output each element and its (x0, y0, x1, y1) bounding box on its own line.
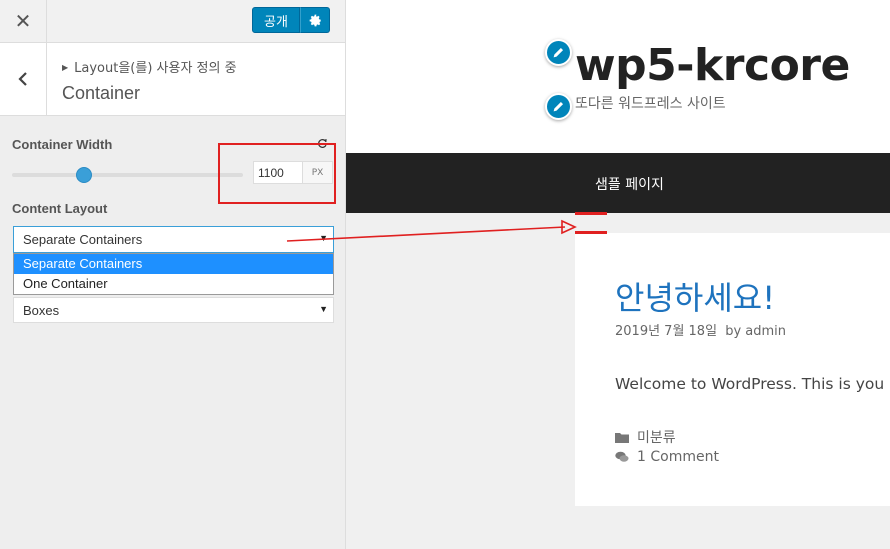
chevron-down-icon: ▼ (319, 233, 328, 243)
gear-icon (309, 14, 321, 26)
breadcrumb: ▶ Layout을(를) 사용자 정의 중 (62, 57, 237, 76)
layout-style-value: Boxes (23, 303, 60, 318)
chevron-down-icon: ▼ (319, 304, 328, 314)
site-preview: wp5-krcore 또다른 워드프레스 사이트 샘플 페이지 안녕하세요! 2… (346, 0, 890, 549)
section-title: Container (62, 83, 141, 103)
section-header: ▶ Layout을(를) 사용자 정의 중 Container (0, 43, 345, 116)
post-title[interactable]: 안녕하세요! (615, 273, 775, 319)
gap-marker-top (575, 212, 607, 215)
triangle-icon: ▶ (62, 63, 69, 72)
comments-icon (615, 451, 629, 462)
content-layout-select[interactable]: Separate Containers ▼ (13, 226, 334, 253)
customizer-header: ✕ 공개 (0, 0, 345, 43)
close-button[interactable]: ✕ (0, 0, 47, 42)
primary-nav: 샘플 페이지 (346, 153, 890, 213)
post-comments: 1 Comment (615, 449, 719, 465)
category-link[interactable]: 미분류 (637, 427, 676, 447)
post-date[interactable]: 2019년 7월 18일 (615, 324, 717, 339)
container-width-label: Container Width (12, 137, 113, 152)
dropdown-option[interactable]: One Container (14, 274, 333, 294)
highlight-box (218, 143, 336, 204)
edit-title-button[interactable] (545, 39, 572, 66)
customizer-sidebar: ✕ 공개 ▶ Layout을(를) 사용자 정의 중 Container Cont… (0, 0, 346, 549)
dropdown-option[interactable]: Separate Containers (14, 254, 333, 274)
chevron-left-icon (18, 72, 27, 86)
content-layout-dropdown: Separate Containers One Container (13, 253, 334, 295)
publish-settings-button[interactable] (300, 7, 330, 33)
publish-button[interactable]: 공개 (252, 7, 300, 33)
post-author[interactable]: admin (745, 324, 786, 339)
post-meta: 2019년 7월 18일 by admin (615, 320, 786, 339)
pencil-icon (553, 101, 564, 112)
site-description: 또다른 워드프레스 사이트 (575, 96, 726, 112)
width-slider-thumb[interactable] (75, 167, 92, 183)
back-button[interactable] (0, 43, 47, 115)
post-excerpt: Welcome to WordPress. This is you (615, 375, 885, 393)
pencil-icon (553, 47, 564, 58)
content-layout-value: Separate Containers (23, 232, 143, 247)
post-category: 미분류 (615, 427, 676, 447)
folder-icon (615, 432, 629, 443)
layout-style-select[interactable]: Boxes ▼ (13, 297, 334, 323)
site-header: wp5-krcore 또다른 워드프레스 사이트 (346, 0, 890, 153)
edit-tagline-button[interactable] (545, 93, 572, 120)
nav-item-sample-page[interactable]: 샘플 페이지 (595, 174, 664, 194)
post-by: by (725, 324, 742, 339)
close-icon: ✕ (14, 9, 32, 33)
gap-marker-bottom (575, 231, 607, 234)
site-title[interactable]: wp5-krcore (575, 40, 850, 91)
content-layout-label: Content Layout (12, 201, 108, 216)
post-card: 안녕하세요! 2019년 7월 18일 by admin Welcome to … (575, 233, 890, 506)
breadcrumb-text: Layout을(를) 사용자 정의 중 (74, 61, 237, 76)
comments-link[interactable]: 1 Comment (637, 449, 719, 465)
width-slider-track[interactable] (12, 173, 243, 177)
